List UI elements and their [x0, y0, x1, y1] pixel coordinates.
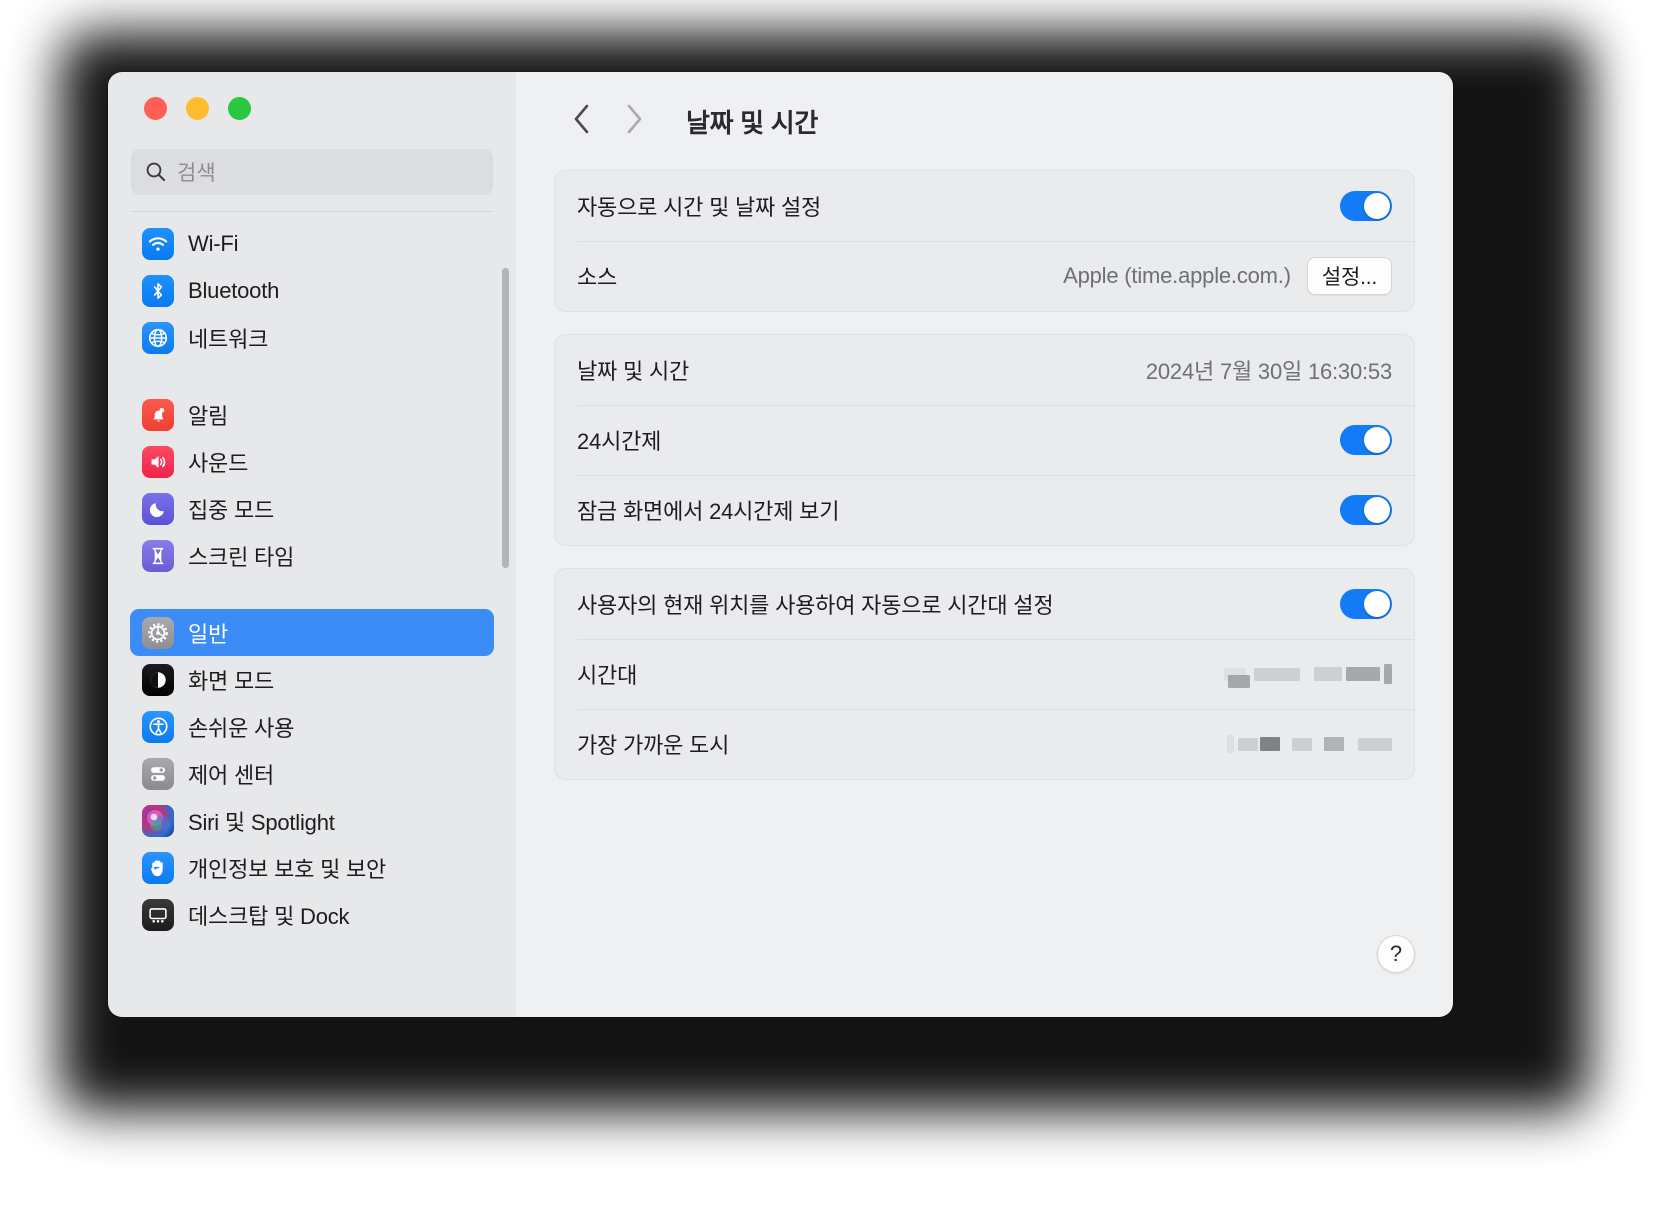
row-closest-city: 가장 가까운 도시: [555, 709, 1414, 779]
sidebar-item-privacy-security[interactable]: 개인정보 보호 및 보안: [130, 844, 494, 891]
sidebar-item-label: 알림: [188, 403, 229, 429]
sidebar-item-accessibility[interactable]: 손쉬운 사용: [130, 703, 494, 750]
sidebar-group-gap-2: [130, 579, 494, 609]
row-datetime: 날짜 및 시간 2024년 7월 30일 16:30:53: [555, 335, 1414, 405]
row-auto-timezone[interactable]: 사용자의 현재 위치를 사용하여 자동으로 시간대 설정: [555, 569, 1414, 639]
settings-group-datetime: 날짜 및 시간 2024년 7월 30일 16:30:53 24시간제 잠금 화…: [554, 334, 1415, 546]
bell-icon: [142, 398, 174, 431]
row-auto-datetime[interactable]: 자동으로 시간 및 날짜 설정: [555, 171, 1414, 241]
sidebar-item-label: 네트워크: [188, 326, 269, 352]
zoom-button[interactable]: [228, 96, 251, 120]
sidebar-item-label: 데스크탑 및 Dock: [188, 903, 350, 929]
sidebar-item-siri-spotlight[interactable]: Siri 및 Spotlight: [130, 797, 494, 844]
screenshot-root: 검색 Wi-Fi Bluetooth 네트워크 알림 사운드 집중 모드 스크린…: [0, 0, 1654, 1226]
sidebar-item-screentime[interactable]: 스크린 타임: [130, 532, 494, 579]
sidebar-item-network[interactable]: 네트워크: [130, 314, 494, 361]
accessibility-icon: [142, 710, 174, 743]
hand-icon: [142, 851, 174, 884]
chevron-right-icon: [623, 102, 645, 141]
globe-icon: [142, 321, 174, 354]
settings-group-timezone: 사용자의 현재 위치를 사용하여 자동으로 시간대 설정 시간대 가장 가까운 …: [554, 568, 1415, 780]
sidebar-item-label: 일반: [188, 621, 229, 647]
sidebar-item-label: 화면 모드: [188, 668, 275, 694]
sidebar-item-focus[interactable]: 집중 모드: [130, 485, 494, 532]
row-lockscreen-24hour[interactable]: 잠금 화면에서 24시간제 보기: [555, 475, 1414, 545]
minimize-button[interactable]: [186, 96, 209, 120]
row-label: 잠금 화면에서 24시간제 보기: [577, 499, 840, 524]
sidebar-item-label: Bluetooth: [188, 277, 280, 303]
sidebar-item-desktop-dock[interactable]: 데스크탑 및 Dock: [130, 891, 494, 938]
close-button[interactable]: [144, 96, 167, 120]
auto-timezone-toggle[interactable]: [1340, 589, 1392, 619]
search-placeholder: 검색: [177, 162, 216, 185]
row-label: 자동으로 시간 및 날짜 설정: [577, 195, 822, 220]
settings-body: 자동으로 시간 및 날짜 설정 소스 Apple (time.apple.com…: [516, 170, 1453, 1017]
row-label: 소스: [577, 265, 618, 290]
back-button[interactable]: [556, 95, 608, 147]
timezone-value-redacted: [1224, 661, 1392, 688]
sidebar-nav: Wi-Fi Bluetooth 네트워크 알림 사운드 집중 모드 스크린 타임…: [108, 212, 516, 1017]
sidebar-group-system: 알림 사운드 집중 모드 스크린 타임: [130, 391, 494, 579]
sidebar-group-general: 일반 화면 모드 손쉬운 사용 제어 센터 Siri 및 Spotlight 개…: [130, 609, 494, 938]
gear-icon: [142, 616, 174, 649]
appearance-icon: [142, 663, 174, 696]
sidebar-item-label: 스크린 타임: [188, 544, 295, 570]
control-center-icon: [142, 757, 174, 790]
bluetooth-icon: [142, 274, 174, 307]
source-settings-button[interactable]: 설정...: [1306, 257, 1392, 295]
24hour-toggle[interactable]: [1340, 425, 1392, 455]
sidebar-group-network: Wi-Fi Bluetooth 네트워크: [130, 220, 494, 361]
sidebar-item-label: Siri 및 Spotlight: [188, 809, 335, 835]
sidebar-item-appearance[interactable]: 화면 모드: [130, 656, 494, 703]
help-button[interactable]: ?: [1377, 935, 1415, 973]
row-label: 날짜 및 시간: [577, 359, 690, 384]
row-source: 소스 Apple (time.apple.com.) 설정...: [555, 241, 1414, 311]
row-label: 사용자의 현재 위치를 사용하여 자동으로 시간대 설정: [577, 593, 1054, 618]
sidebar-item-general[interactable]: 일반: [130, 609, 494, 656]
datetime-value: 2024년 7월 30일 16:30:53: [1145, 359, 1392, 384]
row-label: 가장 가까운 도시: [577, 733, 730, 758]
moon-icon: [142, 492, 174, 525]
auto-datetime-toggle[interactable]: [1340, 191, 1392, 221]
system-settings-window: 검색 Wi-Fi Bluetooth 네트워크 알림 사운드 집중 모드 스크린…: [108, 72, 1453, 1017]
desktop-dock-icon: [142, 898, 174, 931]
traffic-lights: [108, 72, 516, 144]
search-area: 검색: [108, 144, 516, 212]
hourglass-icon: [142, 539, 174, 572]
row-label: 시간대: [577, 663, 638, 688]
speaker-icon: [142, 445, 174, 478]
sidebar-item-label: 사운드: [188, 450, 249, 476]
sidebar-item-wifi[interactable]: Wi-Fi: [130, 220, 494, 267]
sidebar-item-notifications[interactable]: 알림: [130, 391, 494, 438]
sidebar-scrollbar[interactable]: [502, 268, 509, 568]
source-value: Apple (time.apple.com.): [1063, 263, 1291, 288]
chevron-left-icon: [571, 102, 593, 141]
row-timezone: 시간대: [555, 639, 1414, 709]
search-icon: [145, 161, 167, 183]
settings-group-auto-datetime: 자동으로 시간 및 날짜 설정 소스 Apple (time.apple.com…: [554, 170, 1415, 312]
content-pane: 날짜 및 시간 자동으로 시간 및 날짜 설정 소스 Apple (time.a…: [516, 72, 1453, 1017]
closest-city-value-redacted: [1227, 735, 1392, 753]
page-title: 날짜 및 시간: [686, 107, 818, 138]
forward-button[interactable]: [608, 95, 660, 147]
sidebar: 검색 Wi-Fi Bluetooth 네트워크 알림 사운드 집중 모드 스크린…: [108, 72, 516, 1017]
wifi-icon: [142, 227, 174, 260]
lockscreen-24hour-toggle[interactable]: [1340, 495, 1392, 525]
row-label: 24시간제: [577, 429, 662, 454]
sidebar-item-bluetooth[interactable]: Bluetooth: [130, 267, 494, 314]
search-input[interactable]: 검색: [131, 149, 493, 195]
toolbar: 날짜 및 시간: [516, 72, 1453, 170]
sidebar-item-label: 손쉬운 사용: [188, 715, 295, 741]
sidebar-item-label: Wi-Fi: [188, 230, 239, 256]
row-24hour[interactable]: 24시간제: [555, 405, 1414, 475]
sidebar-item-sound[interactable]: 사운드: [130, 438, 494, 485]
sidebar-item-control-center[interactable]: 제어 센터: [130, 750, 494, 797]
sidebar-item-label: 개인정보 보호 및 보안: [188, 856, 387, 882]
siri-icon: [142, 804, 174, 837]
sidebar-item-label: 제어 센터: [188, 762, 275, 788]
sidebar-item-label: 집중 모드: [188, 497, 275, 523]
